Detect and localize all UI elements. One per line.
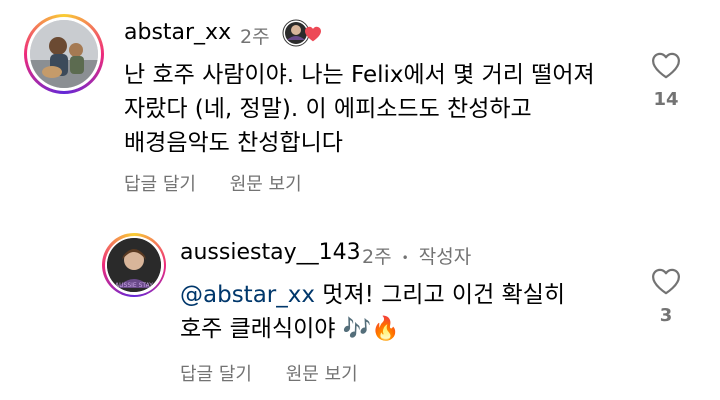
avatar-photo — [30, 20, 98, 88]
comment-time: 2주 — [240, 26, 270, 48]
mention-link[interactable]: @abstar_xx — [180, 282, 315, 308]
like-count: 14 — [653, 89, 679, 110]
author-badge: 작성자 — [418, 246, 472, 268]
comment-actions: 답글 달기 원문 보기 — [180, 360, 386, 386]
comment-line: 배경음악도 찬성합니다 — [124, 130, 343, 156]
comment-text: 난 호주 사람이야. 나는 Felix에서 몇 거리 떨어져 자랐다 (네, 정… — [124, 58, 595, 160]
reply-button[interactable]: 답글 달기 — [180, 364, 252, 385]
comment-text: @abstar_xx 멋져! 그리고 이건 확실히 호주 클래식이야 🎶🔥 — [180, 278, 565, 346]
author-liked-badge — [282, 18, 324, 48]
comment-line: 호주 클래식이야 🎶🔥 — [180, 316, 401, 342]
avatar-text: AUSSIE STAY — [115, 282, 153, 289]
heart-outline-icon[interactable] — [651, 52, 681, 79]
reply-button[interactable]: 답글 달기 — [124, 174, 196, 195]
comment-username[interactable]: aussiestay__143 — [180, 240, 361, 265]
heart-outline-icon[interactable] — [651, 268, 681, 295]
comment-meta: 2주 • 작성자 — [362, 242, 471, 269]
comment-line: @abstar_xx 멋져! 그리고 이건 확실히 — [180, 278, 565, 312]
comment-2: AUSSIE STAY aussiestay__143 2주 • 작성자 @ab… — [0, 200, 720, 400]
see-translation-button[interactable]: 원문 보기 — [286, 364, 358, 385]
comment-text-rest: 멋져! 그리고 이건 확실히 — [314, 282, 566, 308]
like-count: 3 — [659, 305, 673, 326]
like-column: 14 — [646, 52, 686, 110]
comment-line: 난 호주 사람이야. 나는 Felix에서 몇 거리 떨어져 — [124, 62, 595, 88]
meta-separator: • — [401, 250, 409, 265]
see-translation-button[interactable]: 원문 보기 — [230, 174, 302, 195]
comment-time: 2주 — [362, 246, 392, 268]
comment-username[interactable]: abstar_xx — [124, 20, 231, 45]
like-column: 3 — [646, 268, 686, 326]
comment-line: 자랐다 (네, 정말). 이 에피소드도 찬성하고 — [124, 96, 532, 122]
comment-1: abstar_xx 2주 난 호주 사람이야. 나는 Felix에서 몇 거리 … — [0, 0, 720, 200]
avatar[interactable]: AUSSIE STAY — [102, 233, 166, 297]
comment-actions: 답글 달기 원문 보기 — [124, 170, 330, 196]
avatar-photo: AUSSIE STAY — [107, 238, 161, 292]
heart-filled-icon — [305, 26, 321, 42]
avatar[interactable] — [24, 14, 104, 94]
